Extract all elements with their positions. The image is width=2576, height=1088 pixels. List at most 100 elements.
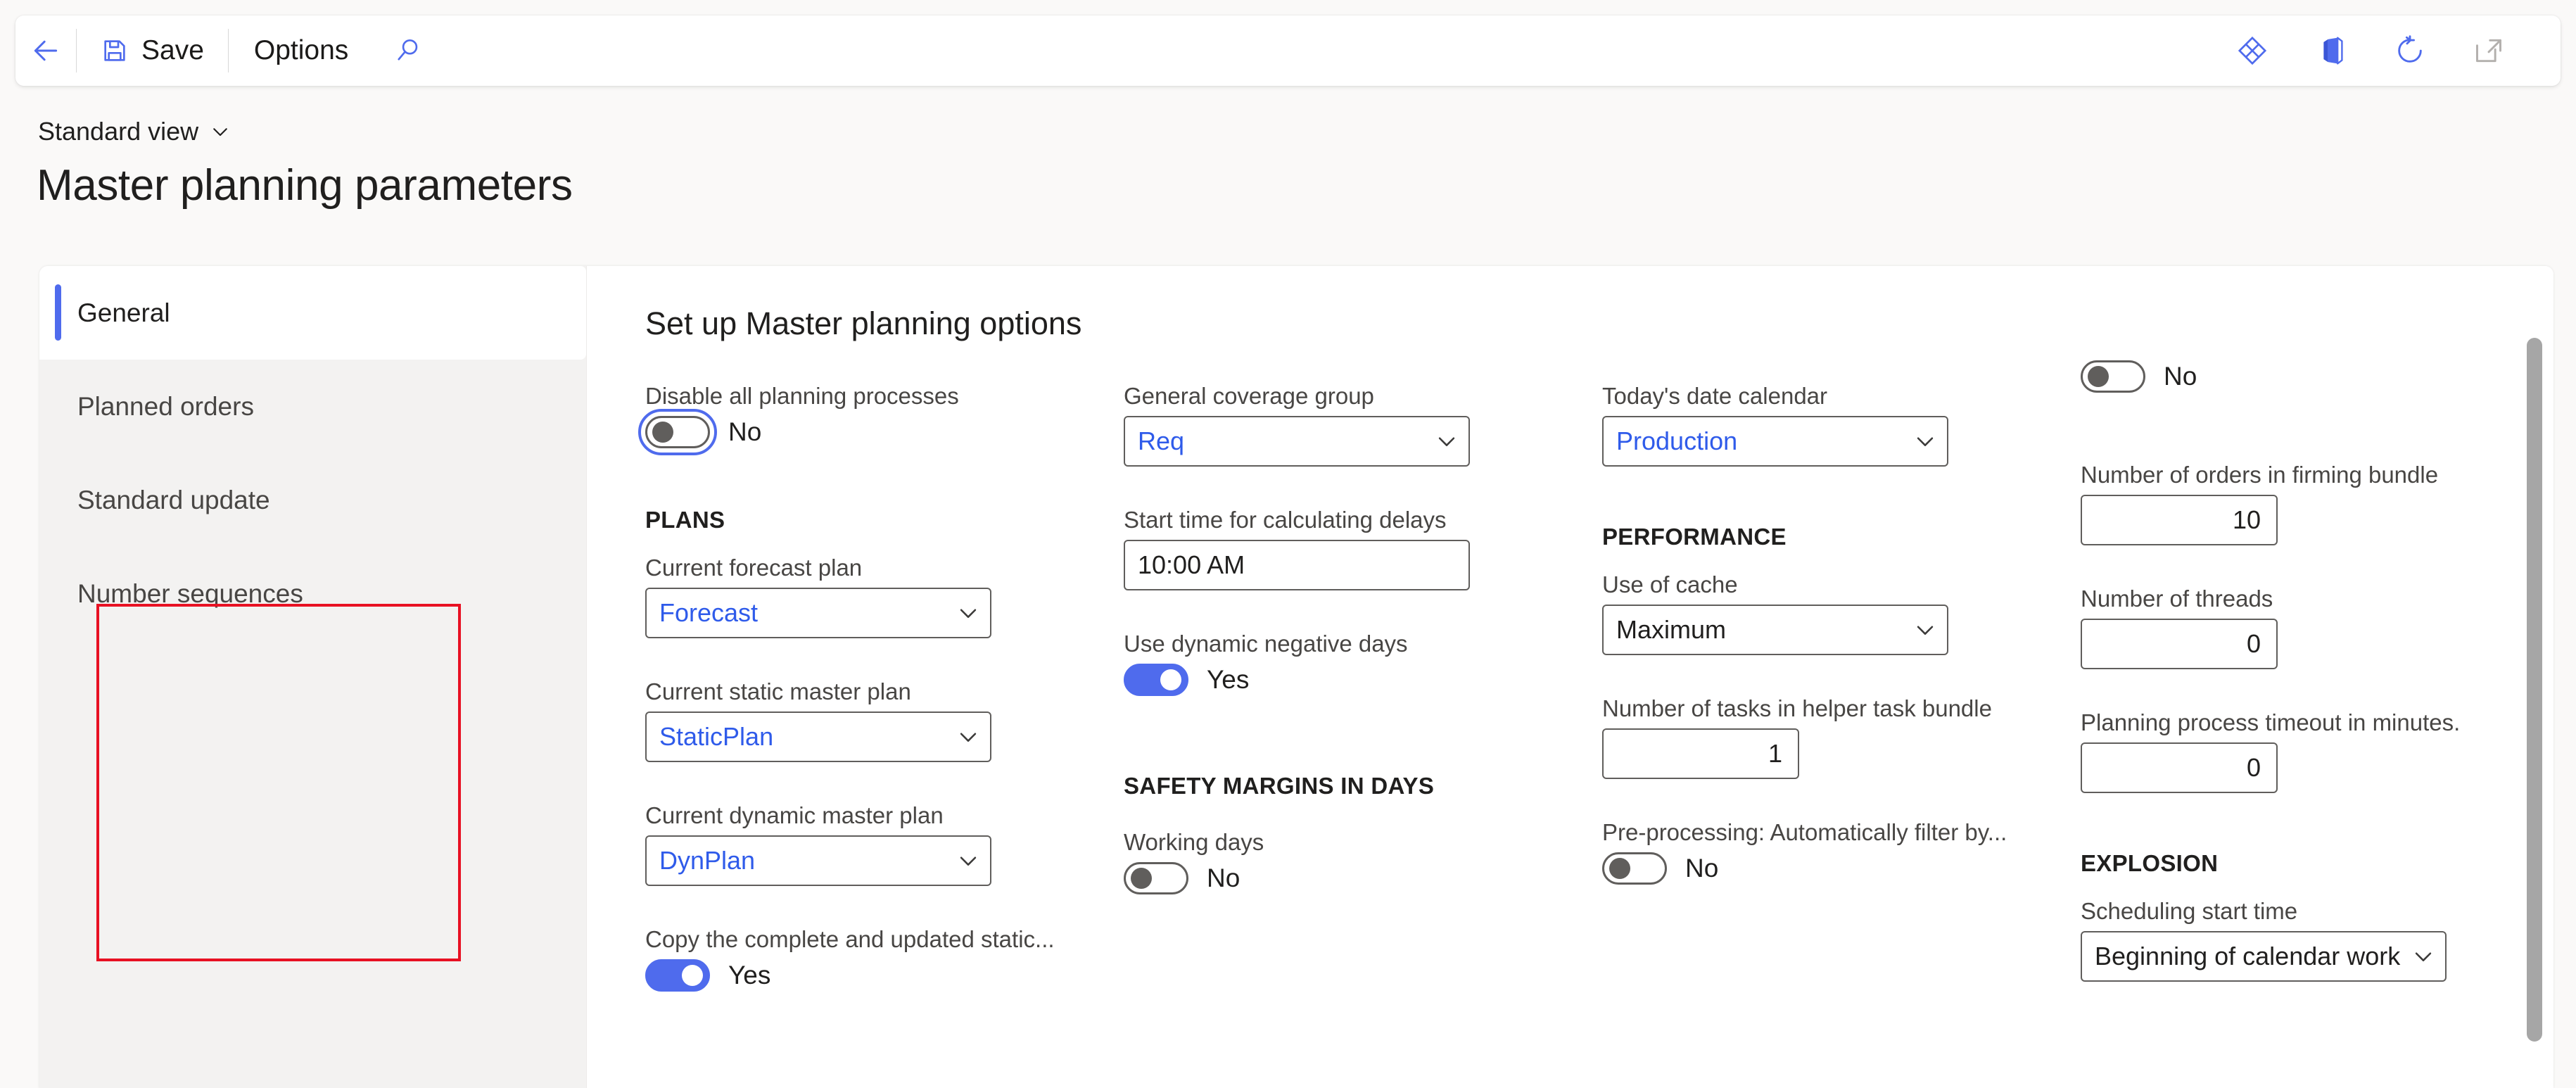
nav-item-planned-orders[interactable]: Planned orders [39,360,586,453]
combobox-value: Production [1616,426,1738,455]
nav-item-label: Number sequences [77,578,303,608]
view-selector[interactable]: Standard view [38,117,231,146]
copy-static-plan-toggle[interactable] [645,959,710,992]
use-of-cache-combobox[interactable]: Maximum [1602,605,1948,655]
top-truncated-toggle[interactable] [2081,360,2145,393]
field-number-of-threads: Number of threads 0 [2081,586,2503,669]
office-apps-button[interactable] [2292,15,2371,86]
personalize-diamond-icon [2238,36,2267,65]
field-tasks-in-helper-task-bundle: Number of tasks in helper task bundle 1 [1602,695,2038,779]
toggle-value: Yes [1207,665,1250,694]
combobox-value: Maximum [1616,615,1727,644]
open-in-new-window-button[interactable] [2449,15,2528,86]
search-button[interactable] [374,15,441,86]
field-label: Start time for calculating delays [1124,507,1447,533]
field-preprocessing-auto-filter: Pre-processing: Automatically filter by.… [1602,819,2038,885]
todays-date-calendar-combobox[interactable]: Production [1602,416,1948,467]
nav-item-standard-update[interactable]: Standard update [39,453,586,547]
combobox-value: DynPlan [659,846,756,875]
field-working-days: Working days No [1124,829,1470,894]
field-label: Use dynamic negative days [1124,631,1408,657]
options-label: Options [253,35,349,65]
open-in-new-window-icon [2476,39,2501,63]
field-label: Number of tasks in helper task bundle [1602,695,1992,721]
field-label: Today's date calendar [1602,383,1828,409]
current-forecast-plan-combobox[interactable]: Forecast [645,588,991,638]
toggle-knob [2088,366,2109,387]
save-label: Save [141,35,204,65]
field-use-dynamic-negative-days: Use dynamic negative days Yes [1124,631,1470,696]
field-label: Disable all planning processes [645,383,959,409]
toggle-knob [1131,868,1152,889]
vertical-scrollbar-track[interactable] [2527,266,2542,1088]
form-section-title: Set up Master planning options [645,305,1082,341]
working-days-toggle[interactable] [1124,862,1188,894]
field-label: Working days [1124,829,1264,855]
use-dynamic-negative-days-toggle[interactable] [1124,664,1188,696]
planning-process-timeout-input[interactable]: 0 [2081,742,2278,793]
preprocessing-auto-filter-toggle[interactable] [1602,852,1667,885]
combobox-value: Forecast [659,598,759,627]
back-button[interactable] [15,15,76,86]
toggle-knob [652,422,673,443]
form-column-1: Disable all planning processes No PLANS … [638,383,1124,1087]
chevron-down-icon [960,733,977,742]
toggle-knob [1609,858,1630,879]
input-value: 10:00 AM [1138,550,1245,579]
nav-item-general[interactable]: General [39,266,586,360]
personalize-button[interactable] [2213,15,2292,86]
form-column-2: General coverage group Req Start time fo… [1124,383,1602,1087]
field-planning-process-timeout: Planning process timeout in minutes. 0 [2081,709,2503,793]
field-label: Current forecast plan [645,555,863,581]
field-label: Number of threads [2081,586,2273,612]
chevron-down-icon [1917,437,1934,446]
refresh-button[interactable] [2371,15,2449,86]
nav-item-label: Standard update [77,485,270,514]
section-nav: General Planned orders Standard update N… [39,266,587,1088]
scheduling-start-time-combobox[interactable]: Beginning of calendar work d... [2081,931,2447,982]
view-selector-label: Standard view [38,117,199,146]
chevron-down-icon [1917,626,1934,635]
start-time-input[interactable]: 10:00 AM [1124,540,1470,590]
field-general-coverage-group: General coverage group Req [1124,383,1470,467]
number-of-threads-input[interactable]: 0 [2081,619,2278,669]
nav-item-label: Planned orders [77,391,254,421]
floppy-disk-icon [104,40,125,61]
chevron-down-icon [960,856,977,866]
nav-item-number-sequences[interactable]: Number sequences [39,547,586,640]
field-current-dynamic-master-plan: Current dynamic master plan DynPlan [645,802,991,886]
field-label: Current dynamic master plan [645,802,944,828]
field-label: Number of orders in firming bundle [2081,462,2439,488]
toggle-knob [682,965,703,986]
current-dynamic-master-plan-combobox[interactable]: DynPlan [645,835,991,886]
save-button[interactable]: Save [77,15,228,86]
back-arrow-icon [34,40,58,61]
helper-task-bundle-input[interactable]: 1 [1602,728,1799,779]
options-button[interactable]: Options [229,15,374,86]
nav-item-label: General [77,298,170,327]
toggle-value: No [1685,854,1719,883]
chevron-down-icon [960,609,977,618]
form-column-3: Today's date calendar Production PERFORM… [1602,383,2081,1087]
field-top-truncated-toggle: No [2081,360,2427,393]
firming-bundle-input[interactable]: 10 [2081,495,2278,545]
vertical-scrollbar-thumb[interactable] [2527,338,2542,1042]
field-disable-all-planning: Disable all planning processes No [638,383,1025,455]
disable-all-planning-toggle[interactable] [638,409,717,455]
current-static-master-plan-combobox[interactable]: StaticPlan [645,711,991,762]
group-heading-safety-margins: SAFETY MARGINS IN DAYS [1124,773,1435,799]
toggle-value: No [2164,362,2197,391]
form-column-4: No Number of orders in firming bundle 10… [2081,360,2503,1087]
toggle-value: No [1207,864,1241,892]
field-label: General coverage group [1124,383,1374,409]
field-label: Pre-processing: Automatically filter by.… [1602,819,2007,845]
combobox-value: StaticPlan [659,722,774,751]
field-copy-complete-updated-static: Copy the complete and updated static... … [645,926,1067,992]
field-scheduling-start-time: Scheduling start time Beginning of calen… [2081,898,2447,982]
general-coverage-group-combobox[interactable]: Req [1124,416,1470,467]
input-value: 1 [1768,739,1782,768]
input-value: 0 [2246,629,2261,658]
toggle-value: No [728,417,762,446]
input-value: 10 [2232,505,2261,534]
chevron-down-icon [213,128,227,137]
